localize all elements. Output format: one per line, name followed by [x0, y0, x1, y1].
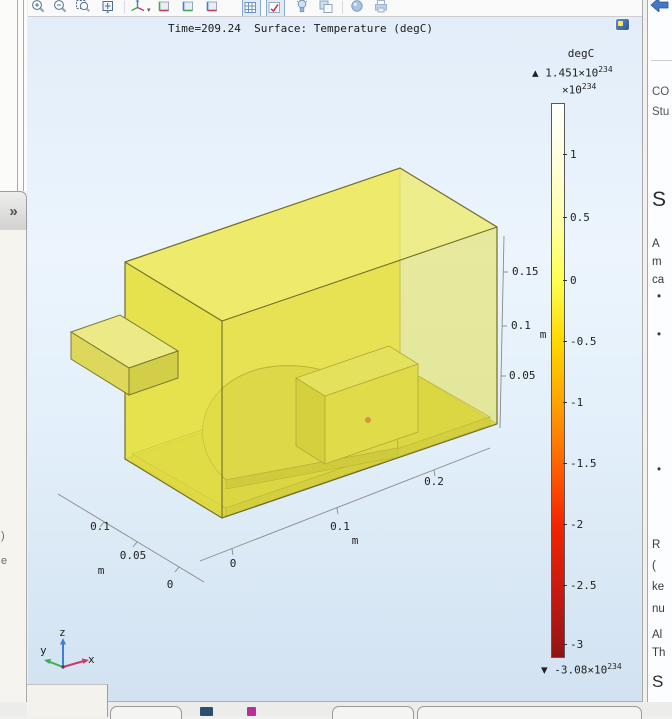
colorbar-tick: -2.5	[570, 579, 610, 592]
min-marker-icon: ▼	[541, 664, 554, 677]
bottom-tab[interactable]	[417, 706, 642, 719]
colorbar-tick: -3	[570, 638, 610, 651]
bottom-tab[interactable]	[332, 706, 414, 719]
bottom-left-panel-corner	[27, 684, 108, 717]
clipped-text-fragment: A	[652, 238, 660, 250]
zoom-out-icon[interactable]	[52, 0, 69, 15]
view-along-x-icon[interactable]	[156, 0, 173, 15]
clipped-text-fragment: e	[1, 555, 7, 567]
colorbar-gradient	[551, 103, 565, 658]
bullet-icon: •	[657, 464, 661, 476]
min-exponent: 234	[607, 662, 621, 671]
x-axis-tick-0: 0	[223, 557, 243, 570]
show-plot-toggle-icon[interactable]	[266, 0, 285, 17]
transparency-icon[interactable]	[318, 0, 335, 15]
graphics-toolbar: ▾	[28, 0, 642, 17]
z-axis-tick-005: 0.05	[509, 369, 543, 382]
max-marker-icon: ▲	[532, 67, 545, 80]
clipped-text-fragment: ca	[652, 274, 664, 286]
clipped-text-fragment: CO	[652, 86, 669, 98]
clipped-text-fragment: Stu	[652, 106, 669, 118]
image-snapshot-icon[interactable]	[349, 0, 366, 15]
show-grid-toggle-icon[interactable]	[242, 0, 261, 17]
window-divider-line	[23, 0, 24, 191]
bullet-icon: •	[657, 291, 661, 303]
y-axis-unit: m	[86, 564, 116, 577]
colorbar-tick: -1.5	[570, 457, 610, 470]
collapsed-panel: ) e	[0, 230, 27, 716]
triad-x-label: x	[88, 653, 95, 666]
zoom-box-icon[interactable]	[75, 0, 92, 15]
detach-plot-window-icon[interactable]	[616, 19, 629, 30]
scale-exponent: 234	[582, 82, 596, 91]
zoom-extents-icon[interactable]	[100, 0, 117, 15]
colorbar-unit-label: degC	[551, 47, 611, 60]
triad-y-label: y	[40, 644, 47, 657]
colorbar-min-label: ▼ -3.08×10234	[541, 662, 622, 677]
clipped-text-fragment: (	[652, 560, 656, 572]
graphics-canvas-3d-view[interactable]: Time=209.24 Surface: Temperature (degC)	[28, 16, 642, 702]
zoom-in-icon[interactable]	[30, 0, 47, 15]
back-arrow-icon[interactable]	[650, 0, 670, 12]
clipped-text-fragment: Al	[652, 629, 662, 641]
plot-title: Time=209.24 Surface: Temperature (degC)	[28, 22, 573, 35]
view-along-z-icon[interactable]	[204, 0, 221, 15]
toolbar-separator	[124, 1, 125, 14]
window-divider-line	[17, 0, 18, 191]
colorbar-tick: 0	[570, 274, 610, 287]
panel-divider	[651, 60, 672, 61]
max-exponent: 234	[598, 65, 612, 74]
view-along-y-icon[interactable]	[180, 0, 197, 15]
clipped-text-fragment: ke	[652, 581, 664, 593]
bullet-icon: •	[657, 329, 661, 341]
z-axis-unit: m	[536, 328, 550, 341]
clipped-text-fragment: )	[1, 530, 5, 542]
clipped-text-fragment: nu	[652, 603, 665, 615]
colorbar-tick: -0.5	[570, 335, 610, 348]
bottom-tab[interactable]	[110, 706, 182, 719]
toolbar-separator	[342, 1, 343, 14]
clipped-text-fragment: m	[652, 256, 662, 268]
x-axis-tick-02: 0.2	[414, 475, 454, 488]
detach-plot-inner-glyph	[618, 21, 623, 26]
colorbar-tick: 1	[570, 148, 610, 161]
max-value: 1.451×10	[545, 67, 598, 80]
colorbar-tick: 0.5	[570, 211, 610, 224]
colorbar-tick: -1	[570, 396, 610, 409]
colorbar-max-label: ▲ 1.451×10234	[532, 65, 613, 80]
help-panel-clipped: CO Stu S A m ca • • • R ( ke nu Al Th S …	[648, 0, 672, 716]
colorbar-scale-label: ×10234	[562, 82, 596, 97]
model-3d-scene	[28, 16, 642, 701]
min-value: -3.08×10	[554, 664, 607, 677]
z-axis-tick-015: 0.15	[512, 265, 546, 278]
clipped-heading: S	[652, 188, 666, 212]
view-dropdown-caret[interactable]: ▾	[147, 6, 151, 14]
print-icon[interactable]	[373, 0, 390, 15]
navy-table-icon[interactable]	[200, 707, 213, 716]
expand-panel-button[interactable]: »	[0, 191, 27, 231]
y-axis-tick-005: 0.05	[113, 549, 153, 562]
clipped-text-fragment: R	[652, 539, 660, 551]
y-axis-tick-0: 0	[160, 578, 180, 591]
scale-base: ×10	[562, 84, 582, 97]
y-axis-tick-01: 0.1	[80, 520, 120, 533]
colorbar-tick: -2	[570, 518, 610, 531]
expand-chevrons-icon: »	[9, 203, 16, 220]
magenta-plot-icon[interactable]	[247, 707, 256, 716]
scene-light-icon[interactable]	[294, 0, 311, 15]
x-axis-unit: m	[340, 534, 370, 547]
go-to-default-3d-view-icon[interactable]	[130, 0, 147, 15]
triad-z-label: z	[59, 626, 66, 639]
clipped-text-fragment: Th	[652, 647, 665, 659]
x-axis-tick-01: 0.1	[320, 520, 360, 533]
clipped-heading: S	[652, 672, 663, 692]
